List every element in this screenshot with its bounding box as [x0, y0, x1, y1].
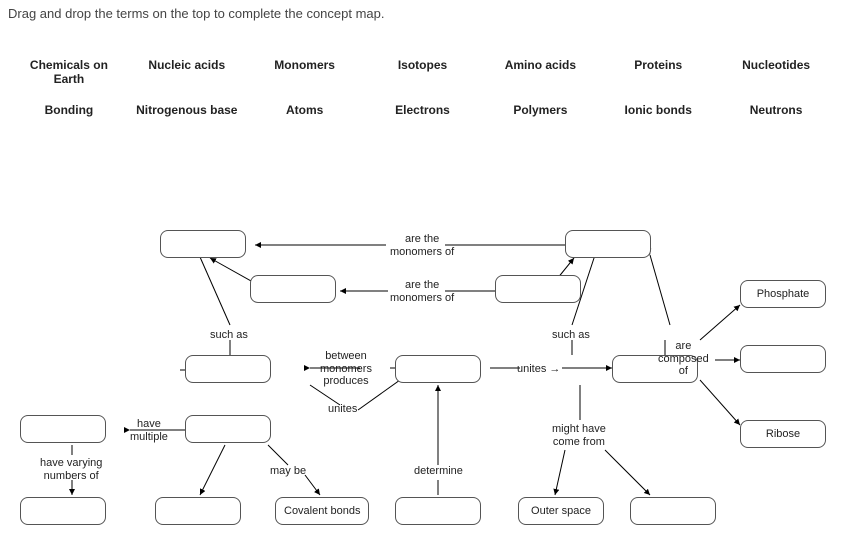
drop-slot[interactable] [630, 497, 716, 525]
term-bank: Chemicals on Earth Nucleic acids Monomer… [10, 50, 835, 125]
label-have-varying: have varyingnumbers of [40, 457, 102, 482]
term-electrons[interactable]: Electrons [364, 95, 482, 125]
label-unites-left: unites [328, 403, 357, 416]
label-between: betweenmonomersproduces [320, 350, 372, 388]
label-have-multiple: havemultiple [130, 418, 168, 443]
drop-slot[interactable] [395, 355, 481, 383]
box-phosphate[interactable]: Phosphate [740, 280, 826, 308]
drop-slot[interactable] [20, 497, 106, 525]
drop-slot[interactable] [395, 497, 481, 525]
drop-slot[interactable] [155, 497, 241, 525]
term-polymers[interactable]: Polymers [481, 95, 599, 125]
drop-slot[interactable] [185, 355, 271, 383]
label-monomers-of-1: are themonomers of [390, 233, 454, 258]
term-nitrogenous-base[interactable]: Nitrogenous base [128, 95, 246, 125]
label-monomers-of-2: are themonomers of [390, 279, 454, 304]
label-might-from: might havecome from [552, 423, 606, 448]
drop-slot[interactable] [160, 230, 246, 258]
term-neutrons[interactable]: Neutrons [717, 95, 835, 125]
drop-slot[interactable] [185, 415, 271, 443]
drop-slot[interactable] [495, 275, 581, 303]
label-such-as-left: such as [210, 329, 248, 342]
label-may-be: may be [270, 465, 306, 478]
term-ionic-bonds[interactable]: Ionic bonds [599, 95, 717, 125]
instruction-text: Drag and drop the terms on the top to co… [8, 6, 385, 21]
term-atoms[interactable]: Atoms [246, 95, 364, 125]
term-amino-acids[interactable]: Amino acids [481, 50, 599, 95]
term-monomers[interactable]: Monomers [246, 50, 364, 95]
label-unites-right: unites → [517, 363, 560, 376]
term-chemicals-on-earth[interactable]: Chemicals on Earth [10, 50, 128, 95]
concept-map: Covalent bonds Outer space Phosphate Rib… [0, 145, 845, 545]
bank-row-2: Bonding Nitrogenous base Atoms Electrons… [10, 95, 835, 125]
drop-slot[interactable] [565, 230, 651, 258]
label-determine: determine [414, 465, 463, 478]
box-ribose[interactable]: Ribose [740, 420, 826, 448]
term-proteins[interactable]: Proteins [599, 50, 717, 95]
drop-slot[interactable] [612, 355, 698, 383]
term-isotopes[interactable]: Isotopes [364, 50, 482, 95]
label-such-as-right: such as [552, 329, 590, 342]
drop-slot[interactable] [250, 275, 336, 303]
box-outer-space[interactable]: Outer space [518, 497, 604, 525]
box-covalent-bonds[interactable]: Covalent bonds [275, 497, 369, 525]
drop-slot[interactable] [740, 345, 826, 373]
term-nucleotides[interactable]: Nucleotides [717, 50, 835, 95]
term-nucleic-acids[interactable]: Nucleic acids [128, 50, 246, 95]
map-connectors [0, 145, 845, 545]
bank-row-1: Chemicals on Earth Nucleic acids Monomer… [10, 50, 835, 95]
drop-slot[interactable] [20, 415, 106, 443]
term-bonding[interactable]: Bonding [10, 95, 128, 125]
